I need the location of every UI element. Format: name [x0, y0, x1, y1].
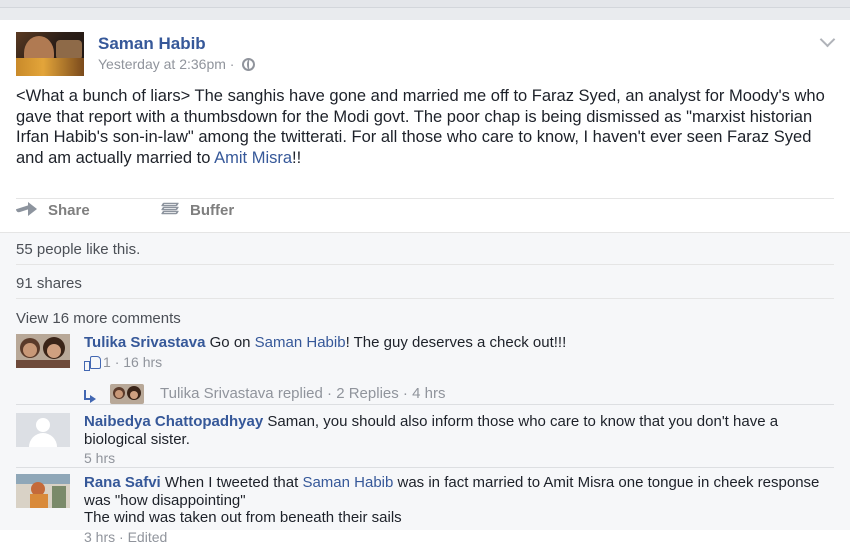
comment-meta: 5 hrs: [84, 450, 824, 468]
share-icon: [16, 202, 38, 216]
divider: [16, 467, 834, 468]
comment-body: Rana Safvi When I tweeted that Saman Hab…: [84, 474, 824, 546]
view-more-comments-link[interactable]: View 16 more comments: [16, 310, 181, 327]
shares-summary[interactable]: 91 shares: [16, 275, 82, 292]
comment-time[interactable]: 3 hrs: [84, 529, 115, 545]
reply-author: Tulika Srivastava: [160, 385, 274, 402]
commenter-avatar[interactable]: [16, 334, 70, 368]
commenter-avatar[interactable]: [16, 413, 70, 447]
divider: [0, 232, 850, 233]
meta-separator: ·: [119, 528, 124, 545]
comment-item: Rana Safvi When I tweeted that Saman Hab…: [16, 474, 836, 546]
comment-text: Go on: [205, 334, 255, 351]
edited-label[interactable]: Edited: [128, 529, 168, 545]
author-avatar[interactable]: [16, 32, 84, 76]
globe-icon: [242, 58, 256, 71]
comment-meta: 1 · 16 hrs: [84, 354, 824, 372]
comment-time[interactable]: 5 hrs: [84, 450, 115, 466]
chevron-down-icon[interactable]: [820, 34, 834, 48]
buffer-label: Buffer: [190, 202, 235, 219]
post-header: Saman Habib Yesterday at 2:36pm ·: [16, 32, 836, 78]
comment-author[interactable]: Rana Safvi: [84, 474, 161, 491]
divider: [16, 198, 834, 199]
comment-text-line2: The wind was taken out from beneath thei…: [84, 509, 402, 526]
share-label: Share: [48, 202, 90, 219]
likes-summary[interactable]: 55 people like this.: [16, 241, 140, 258]
buffer-button[interactable]: Buffer: [160, 202, 234, 219]
divider: [16, 298, 834, 299]
share-button[interactable]: Share: [16, 202, 90, 219]
meta-separator: ·: [114, 353, 120, 370]
comment-mention-link[interactable]: Saman Habib: [302, 474, 393, 491]
reply-avatar: [110, 384, 144, 404]
post-text-main: <What a bunch of liars> The sanghis have…: [16, 87, 825, 167]
comment-text: When I tweeted that: [160, 474, 303, 491]
comment-text-end: ! The guy deserves a check out!!!: [345, 334, 567, 351]
comment-item: Naibedya Chattopadhyay Saman, you should…: [16, 413, 836, 468]
post-meta: Yesterday at 2:36pm ·: [98, 56, 256, 72]
comment-author[interactable]: Naibedya Chattopadhyay: [84, 413, 263, 430]
post-author-name[interactable]: Saman Habib: [98, 34, 206, 54]
default-avatar-icon: [16, 413, 70, 447]
divider: [16, 264, 834, 265]
post-actions: Share Buffer: [16, 202, 716, 226]
comment-meta: 3 hrs · Edited: [84, 529, 824, 547]
meta-separator: ·: [229, 56, 235, 72]
reply-summary: Tulika Srivastava replied · 2 Replies · …: [160, 385, 445, 402]
comment-mention-link[interactable]: Saman Habib: [255, 334, 346, 351]
post-mention-link[interactable]: Amit Misra: [214, 149, 292, 167]
comment-item: Tulika Srivastava Go on Saman Habib! The…: [16, 334, 836, 374]
reply-arrow-icon: [82, 390, 98, 404]
comment-time[interactable]: 16 hrs: [123, 354, 162, 370]
reply-count: 2 Replies: [336, 385, 399, 402]
comment-body: Tulika Srivastava Go on Saman Habib! The…: [84, 334, 824, 371]
comment-body: Naibedya Chattopadhyay Saman, you should…: [84, 413, 824, 468]
meta-separator: ·: [402, 385, 408, 402]
reply-time: 4 hrs: [412, 385, 446, 402]
post-timestamp[interactable]: Yesterday at 2:36pm: [98, 56, 226, 72]
like-count: 1: [103, 353, 111, 370]
like-icon[interactable]: [84, 355, 101, 371]
buffer-icon: [160, 202, 180, 216]
post-text-end: !!: [292, 148, 302, 167]
reply-action: replied: [277, 385, 323, 402]
top-bar: [0, 0, 850, 8]
post-text: <What a bunch of liars> The sanghis have…: [16, 86, 836, 168]
commenter-avatar[interactable]: [16, 474, 70, 508]
meta-separator: ·: [327, 385, 333, 402]
comment-author[interactable]: Tulika Srivastava: [84, 334, 205, 351]
divider: [16, 404, 834, 405]
